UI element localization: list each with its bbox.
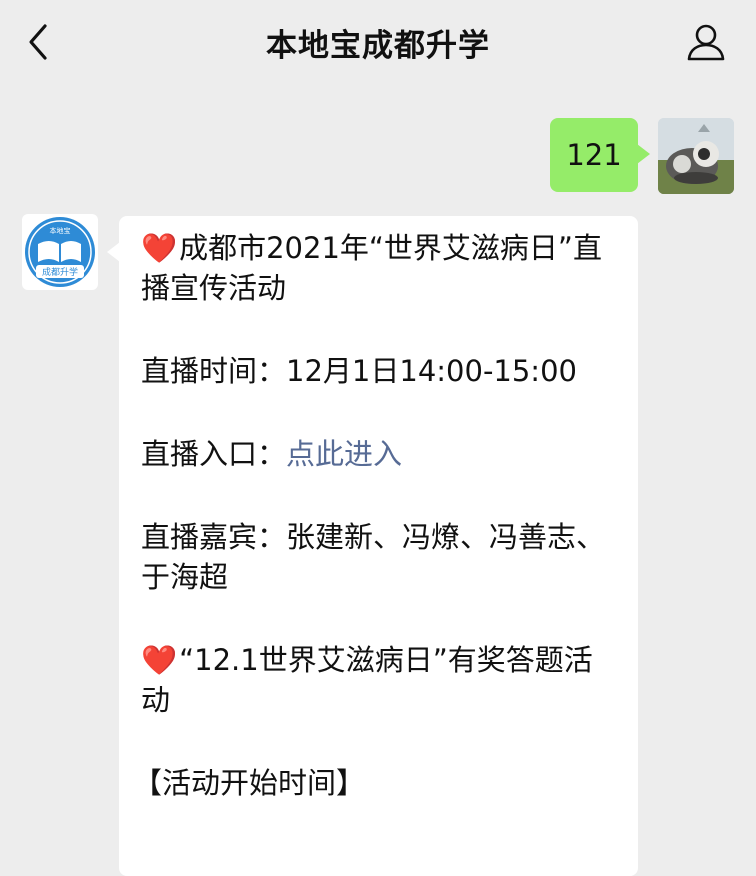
top-nav-bar: 本地宝成都升学 [0, 0, 756, 86]
live-entry-link[interactable]: 点此进入 [286, 437, 402, 471]
chat-title: 本地宝成都升学 [266, 28, 490, 64]
live-entry-line: 直播入口：点此进入 [141, 434, 618, 474]
live-time-line: 直播时间：12月1日14:00-15:00 [141, 351, 618, 391]
avatar-image [658, 118, 734, 194]
live-time-label: 直播时间： [141, 354, 287, 388]
person-icon [687, 24, 725, 61]
incoming-message-bubble[interactable]: ❤️成都市2021年“世界艾滋病日”直播宣传活动 直播时间：12月1日14:00… [107, 216, 638, 876]
live-entry-label: 直播入口： [141, 437, 287, 471]
outgoing-message-bubble[interactable]: 121 [550, 118, 650, 192]
official-account-avatar[interactable]: 本地宝 成都升学 [22, 214, 98, 290]
outgoing-message-text: 121 [566, 138, 622, 172]
guests-label: 直播嘉宾： [141, 520, 287, 554]
guests-line: 直播嘉宾：张建新、冯燎、冯善志、于海超 [141, 517, 618, 597]
heart-icon: ❤️ [141, 643, 178, 677]
quiz-heading-text: “12.1世界艾滋病日”有奖答题活动 [141, 643, 593, 717]
book-logo-icon: 本地宝 成都升学 [25, 217, 95, 287]
my-avatar[interactable] [658, 118, 734, 194]
heart-icon: ❤️ [141, 231, 178, 265]
avatar-text-bottom: 成都升学 [42, 266, 78, 278]
avatar-text-top: 本地宝 [50, 226, 71, 235]
start-time-heading: 【活动开始时间】 [133, 766, 366, 800]
event-heading: ❤️成都市2021年“世界艾滋病日”直播宣传活动 [141, 228, 618, 308]
event-heading-text: 成都市2021年“世界艾滋病日”直播宣传活动 [141, 231, 602, 305]
outgoing-message-row: 121 [550, 118, 734, 194]
profile-button[interactable] [684, 20, 728, 64]
live-time-value: 12月1日14:00-15:00 [286, 354, 577, 388]
quiz-heading: ❤️“12.1世界艾滋病日”有奖答题活动 [141, 640, 618, 720]
